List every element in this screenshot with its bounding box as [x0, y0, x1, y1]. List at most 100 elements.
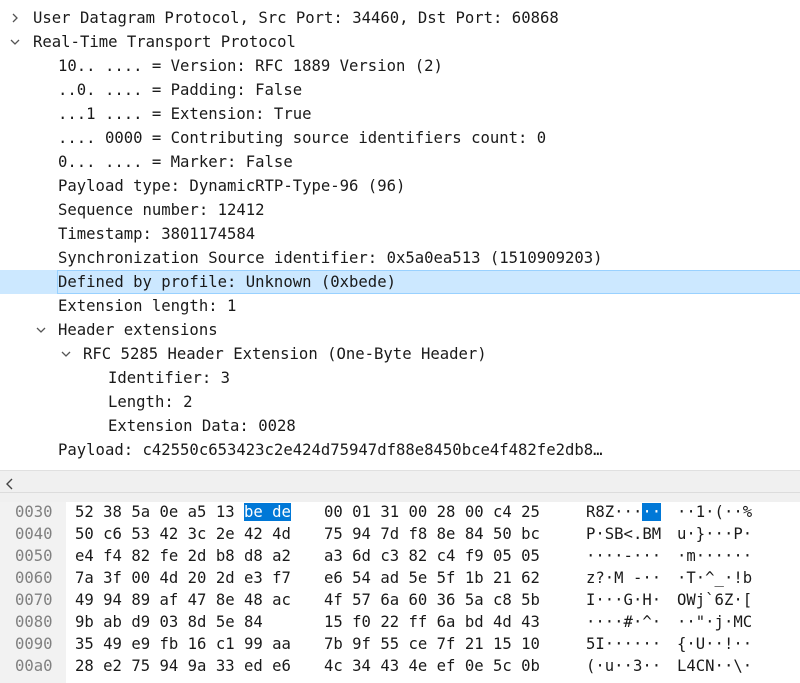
hex-offset: 00a0 [15, 655, 53, 677]
ascii-right: L4CN··\· [677, 655, 752, 677]
ascii-left: R8Z····· [586, 502, 662, 523]
tree-row[interactable]: .... 0000 = Contributing source identifi… [0, 126, 800, 150]
tree-row-label: Extension length: 1 [58, 297, 237, 315]
tree-row[interactable]: Payload: c42550c653423c2e424d75947df88e8… [0, 438, 800, 462]
tree-row-label: ...1 .... = Extension: True [58, 105, 312, 123]
hex-bytes-left-text: e4 f4 82 fe 2d b8 d8 a2 [75, 547, 291, 565]
ascii-left: (·u··3·· [586, 655, 661, 677]
tree-row-label: Length: 2 [108, 393, 193, 411]
tree-row[interactable]: Sequence number: 12412 [0, 198, 800, 222]
tree-row-label: Header extensions [58, 321, 218, 339]
hex-bytes-right: 4c 34 43 4e ef 0e 5c 0b [324, 655, 540, 677]
hex-bytes-left-text: 9b ab d9 03 8d 5e 84 [75, 613, 263, 631]
hex-row[interactable]: 0070 49 94 89 af 47 8e 48 ac 4f 57 6a 60 3… [0, 589, 800, 611]
tree-row[interactable]: ..0. .... = Padding: False [0, 78, 800, 102]
tree-row-label: Identifier: 3 [108, 369, 231, 387]
tree-row[interactable]: 0... .... = Marker: False [0, 150, 800, 174]
hex-bytes-left: 35 49 e9 fb 16 c1 99 aa [75, 633, 291, 655]
packet-bytes-pane[interactable]: 0030 52 38 5a 0e a5 13 be de 00 01 31 00 2… [0, 502, 800, 683]
hex-bytes-left: 49 94 89 af 47 8e 48 ac [75, 589, 291, 611]
hex-row[interactable]: 0080 9b ab d9 03 8d 5e 84 15 f0 22 ff 6a b… [0, 611, 800, 633]
ascii-right-text: u·}···P· [677, 525, 753, 543]
ascii-left-highlight[interactable]: ·· [642, 503, 662, 521]
tree-row-label: Extension Data: 0028 [108, 417, 296, 435]
hex-row[interactable]: 0030 52 38 5a 0e a5 13 be de 00 01 31 00 2… [0, 502, 800, 523]
ascii-right-text: {·U··!·· [677, 635, 753, 653]
hex-bytes-left-highlight[interactable]: be de [244, 503, 291, 521]
hex-bytes-right: a3 6d c3 82 c4 f9 05 05 [324, 545, 540, 567]
chevron-down-icon[interactable] [61, 349, 71, 359]
hex-bytes-left: 9b ab d9 03 8d 5e 84 [75, 611, 263, 633]
hex-bytes-left: e4 f4 82 fe 2d b8 d8 a2 [75, 545, 291, 567]
ascii-left-text: 5I······ [586, 635, 662, 653]
tree-row[interactable]: Extension Data: 0028 [0, 414, 800, 438]
hex-bytes-right: 7b 9f 55 ce 7f 21 15 10 [324, 633, 540, 655]
hex-bytes-right-text: 4c 34 43 4e ef 0e 5c 0b [324, 657, 540, 675]
ascii-right: ··"·j·MC [677, 611, 752, 633]
ascii-right: OWj`6Z·[ [677, 589, 752, 611]
horizontal-scrollbar[interactable] [0, 470, 800, 492]
hex-bytes-left-text: 52 38 5a 0e a5 13 [75, 503, 244, 521]
ascii-right-text: ·T·^_·!b [677, 569, 753, 587]
ascii-left-text: I···G·H· [586, 591, 662, 609]
tree-row[interactable]: Payload type: DynamicRTP-Type-96 (96) [0, 174, 800, 198]
tree-row-label: Synchronization Source identifier: 0x5a0… [58, 249, 603, 267]
hex-bytes-right: 4f 57 6a 60 36 5a c8 5b [324, 589, 540, 611]
tree-row-label: 10.. .... = Version: RFC 1889 Version (2… [58, 57, 443, 75]
ascii-left-text: ····#·^· [586, 613, 662, 631]
chevron-down-icon[interactable] [36, 325, 46, 335]
hex-bytes-right: e6 54 ad 5e 5f 1b 21 62 [324, 567, 540, 589]
hex-offset-text: 0060 [15, 569, 53, 587]
hex-offset-text: 0070 [15, 591, 53, 609]
tree-row[interactable]: ...1 .... = Extension: True [0, 102, 800, 126]
ascii-left: I···G·H· [586, 589, 661, 611]
tree-row-label: Payload: c42550c653423c2e424d75947df88e8… [58, 441, 603, 459]
tree-row[interactable]: Real-Time Transport Protocol [0, 30, 800, 54]
hex-row[interactable]: 00a0 28 e2 75 94 9a 33 ed e6 4c 34 43 4e e… [0, 655, 800, 677]
hex-offset-text: 0080 [15, 613, 53, 631]
tree-row[interactable]: User Datagram Protocol, Src Port: 34460,… [0, 6, 800, 30]
ascii-left: P·SB<.BM [586, 523, 661, 545]
hex-bytes-left: 28 e2 75 94 9a 33 ed e6 [75, 655, 291, 677]
chevron-right-icon[interactable] [10, 13, 20, 23]
hex-bytes-left-text: 49 94 89 af 47 8e 48 ac [75, 591, 291, 609]
tree-row[interactable]: 10.. .... = Version: RFC 1889 Version (2… [0, 54, 800, 78]
ascii-left-text: z?·M -·· [586, 569, 662, 587]
tree-row-selected[interactable]: Defined by profile: Unknown (0xbede) [0, 270, 800, 294]
hex-offset: 0030 [15, 502, 53, 523]
scroll-left-icon[interactable] [5, 476, 15, 490]
tree-row[interactable]: Length: 2 [0, 390, 800, 414]
tree-row-label: 0... .... = Marker: False [58, 153, 293, 171]
tree-row[interactable]: Extension length: 1 [0, 294, 800, 318]
ascii-right-text: ··"·j·MC [677, 613, 753, 631]
tree-row[interactable]: Header extensions [0, 318, 800, 342]
hex-bytes-right: 00 01 31 00 28 00 c4 25 [324, 502, 540, 523]
hex-row[interactable]: 0040 50 c6 53 42 3c 2e 42 4d 75 94 7d f8 8… [0, 523, 800, 545]
ascii-left-text: ····-··· [586, 547, 662, 565]
ascii-right: {·U··!·· [677, 633, 752, 655]
ascii-left: 5I······ [586, 633, 661, 655]
tree-row[interactable]: Synchronization Source identifier: 0x5a0… [0, 246, 800, 270]
hex-bytes-left: 7a 3f 00 4d 20 2d e3 f7 [75, 567, 291, 589]
ascii-left: z?·M -·· [586, 567, 661, 589]
tree-row[interactable]: RFC 5285 Header Extension (One-Byte Head… [0, 342, 800, 366]
hex-offset: 0040 [15, 523, 53, 545]
ascii-right-text: OWj`6Z·[ [677, 591, 753, 609]
ascii-right: ·T·^_·!b [677, 567, 752, 589]
hex-bytes-right-text: 75 94 7d f8 8e 84 50 bc [324, 525, 540, 543]
pane-splitter[interactable] [0, 492, 800, 502]
hex-offset-text: 00a0 [15, 657, 53, 675]
hex-row[interactable]: 0060 7a 3f 00 4d 20 2d e3 f7 e6 54 ad 5e 5… [0, 567, 800, 589]
hex-row[interactable]: 0050 e4 f4 82 fe 2d b8 d8 a2 a3 6d c3 82 c… [0, 545, 800, 567]
tree-row-label: RFC 5285 Header Extension (One-Byte Head… [83, 345, 487, 363]
packet-details-tree[interactable]: User Datagram Protocol, Src Port: 34460,… [0, 0, 800, 470]
hex-offset: 0050 [15, 545, 53, 567]
ascii-right: ·m······ [677, 545, 752, 567]
tree-row[interactable]: Timestamp: 3801174584 [0, 222, 800, 246]
hex-bytes-left: 50 c6 53 42 3c 2e 42 4d [75, 523, 291, 545]
tree-row-label: .... 0000 = Contributing source identifi… [58, 129, 547, 147]
hex-bytes-right-text: 7b 9f 55 ce 7f 21 15 10 [324, 635, 540, 653]
chevron-down-icon[interactable] [10, 37, 20, 47]
hex-row[interactable]: 0090 35 49 e9 fb 16 c1 99 aa 7b 9f 55 ce 7… [0, 633, 800, 655]
tree-row[interactable]: Identifier: 3 [0, 366, 800, 390]
